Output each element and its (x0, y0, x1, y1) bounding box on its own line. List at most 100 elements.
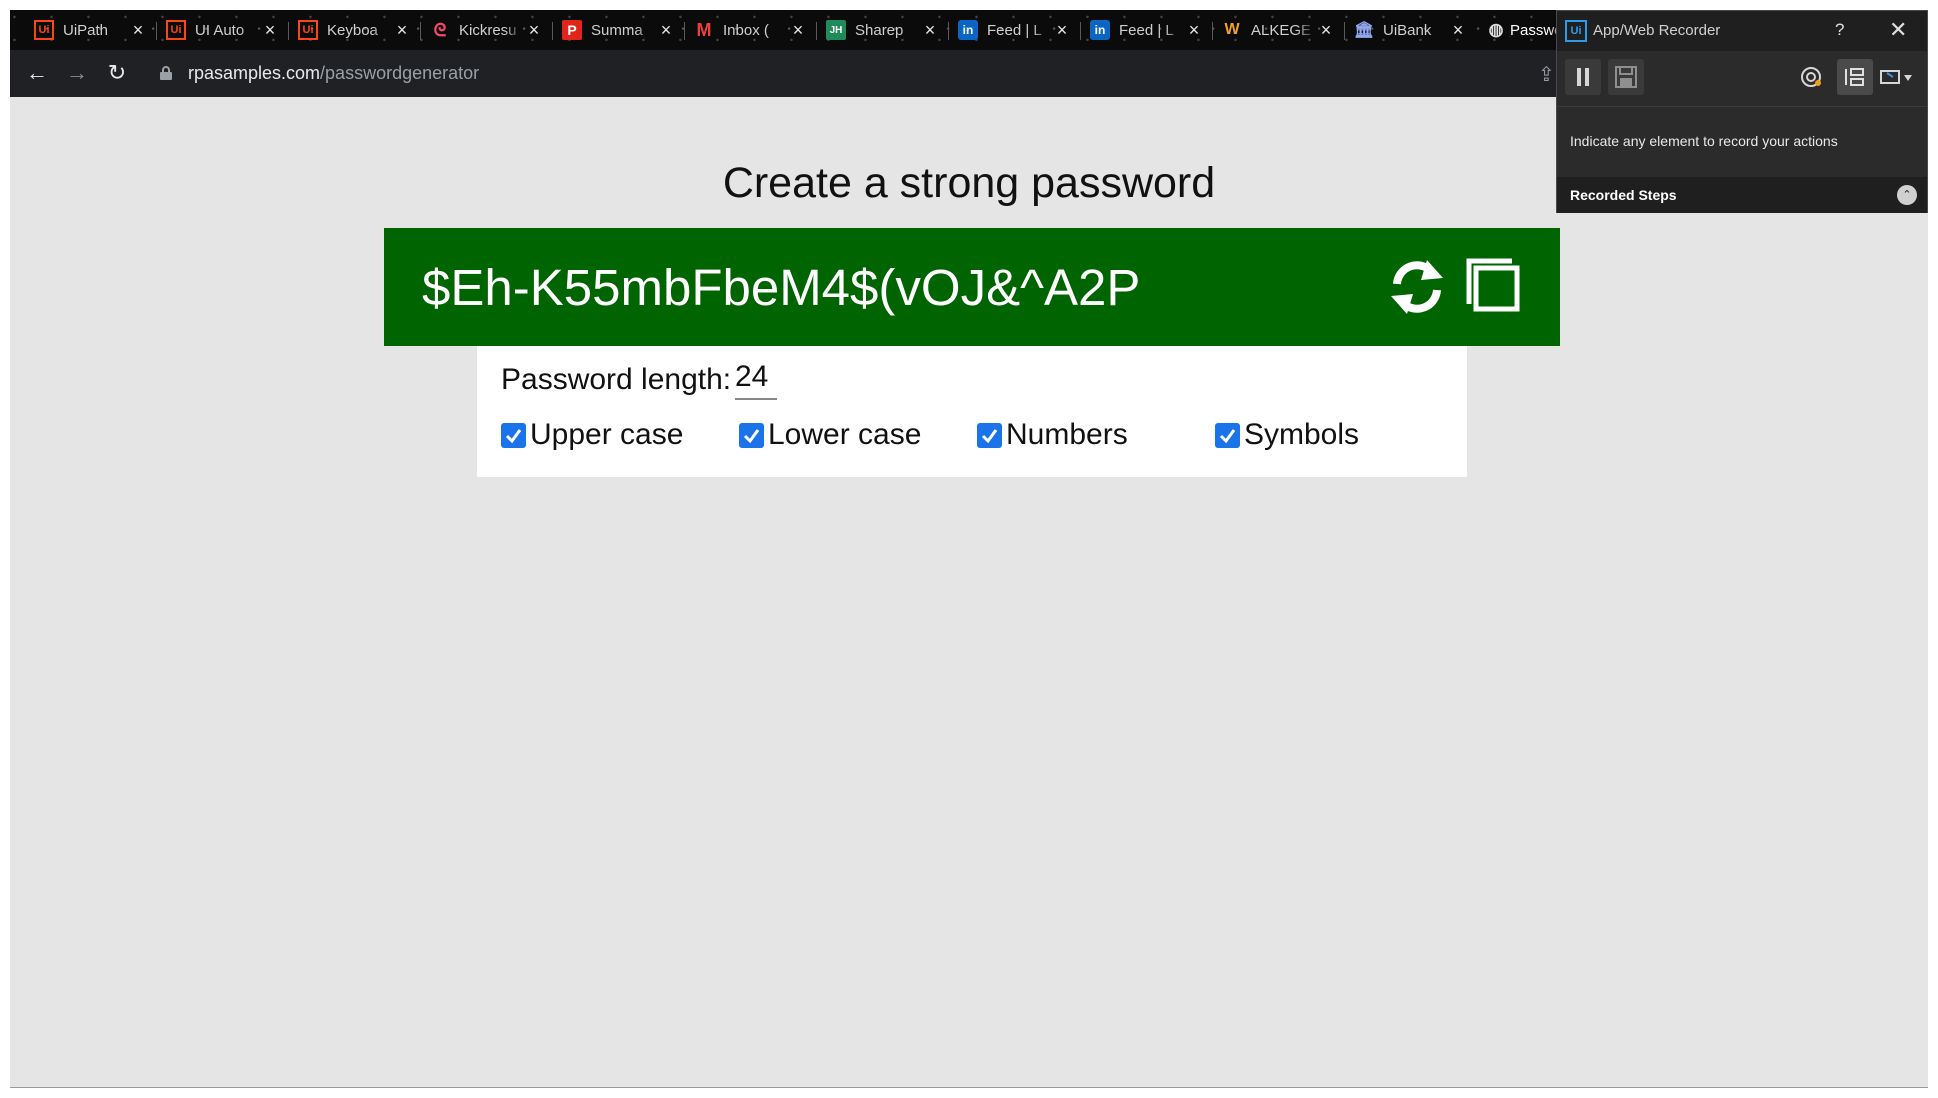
close-icon[interactable]: × (920, 20, 940, 41)
tab-separator (816, 22, 817, 40)
tab-title: Inbox ( (723, 21, 769, 39)
tab-uibank[interactable]: 🏛 UiBank × (1344, 15, 1476, 45)
gmail-icon: M (696, 19, 712, 40)
steps-list-button[interactable] (1837, 59, 1873, 95)
share-icon[interactable]: ⇪ (1538, 62, 1555, 87)
globe-icon: ◍ (1488, 20, 1504, 39)
tab-title: Sharep (855, 21, 904, 39)
password-length-label: Password length: (501, 363, 732, 396)
option-numbers[interactable]: Numbers (977, 418, 1128, 452)
kickresume-icon: ᘓ (433, 19, 447, 40)
target-icon (1801, 67, 1821, 87)
tab-summary[interactable]: P Summa × (552, 15, 684, 45)
collapse-chevron-icon[interactable]: ⌃ (1897, 185, 1917, 205)
help-button[interactable]: ? (1835, 20, 1844, 40)
save-icon (1615, 66, 1637, 88)
checkmark-icon (1219, 428, 1236, 443)
numbers-checkbox[interactable] (977, 422, 1002, 448)
close-icon[interactable]: × (1184, 20, 1204, 41)
linkedin-icon: in (1090, 20, 1110, 40)
lock-icon (160, 66, 172, 80)
pause-button[interactable] (1565, 59, 1601, 95)
option-upper-case[interactable]: Upper case (501, 418, 683, 452)
lower-case-checkbox[interactable] (739, 422, 764, 448)
tab-kickresume[interactable]: ᘓ Kickresu × (420, 15, 552, 45)
upper-case-label: Upper case (530, 418, 684, 451)
tab-separator (420, 22, 421, 40)
option-symbols[interactable]: Symbols (1215, 418, 1359, 452)
reload-button[interactable]: ↻ (102, 58, 132, 88)
uipath-logo-icon: Ui (1565, 20, 1587, 42)
password-length-input[interactable]: 24 (735, 360, 777, 400)
tab-linkedin-feed-1[interactable]: in Feed | L × (948, 15, 1080, 45)
uipath-icon: Ui (298, 20, 318, 40)
close-icon[interactable]: × (1316, 20, 1336, 41)
forward-button[interactable]: → (62, 58, 92, 88)
refresh-icon (1391, 260, 1443, 314)
checkmark-icon (743, 428, 760, 443)
tab-title: UiBank (1383, 21, 1432, 39)
tab-title: Summa (591, 21, 643, 39)
tab-separator (288, 22, 289, 40)
pause-icon (1585, 68, 1589, 86)
window-bottom-border (10, 1087, 1928, 1088)
symbols-label: Symbols (1244, 418, 1360, 451)
recorder-title-bar[interactable]: Ui App/Web Recorder ? ✕ (1557, 11, 1927, 51)
tab-sharepoint[interactable]: JH Sharep × (816, 15, 948, 45)
url-field[interactable]: rpasamples.com/passwordgenerator (188, 63, 479, 84)
checkmark-icon (505, 428, 522, 443)
password-options: Password length: 24 Upper case Lower cas… (477, 346, 1467, 477)
recorded-steps-header[interactable]: Recorded Steps ⌃ (1557, 177, 1927, 213)
symbols-checkbox[interactable] (1215, 422, 1240, 448)
tab-separator (1080, 22, 1081, 40)
tab-title: Kickresu (459, 21, 517, 39)
copy-button[interactable] (1466, 258, 1522, 314)
tab-alkege[interactable]: W ALKEGE × (1212, 15, 1344, 45)
tab-separator (1212, 22, 1213, 40)
tab-title: ALKEGE (1251, 21, 1312, 39)
tab-separator (948, 22, 949, 40)
tab-inbox[interactable]: M Inbox ( × (684, 15, 816, 45)
close-icon[interactable]: × (1448, 20, 1468, 41)
tab-separator (552, 22, 553, 40)
tab-keyboard[interactable]: Ui Keyboa × (288, 15, 420, 45)
close-icon[interactable]: × (656, 20, 676, 41)
tab-uipath[interactable]: Ui UiPath × (24, 15, 156, 45)
screen-options-dropdown[interactable] (1875, 59, 1919, 95)
back-button[interactable]: ← (22, 58, 52, 88)
close-icon[interactable]: × (1052, 20, 1072, 41)
close-icon[interactable]: × (788, 20, 808, 41)
close-icon[interactable]: × (128, 20, 148, 41)
list-icon (1845, 68, 1864, 86)
alkege-icon: W (1224, 21, 1240, 38)
option-lower-case[interactable]: Lower case (739, 418, 921, 452)
tab-title: Feed | L (987, 21, 1042, 39)
close-icon[interactable]: × (260, 20, 280, 41)
generated-password: $Eh-K55mbFbeM4$(vOJ&^A2P (422, 259, 1141, 316)
browser-window: Ui UiPath × Ui UI Auto × Ui Keyboa × ᘓ K… (10, 10, 1928, 1088)
refresh-button[interactable] (1387, 258, 1447, 316)
jh-icon: JH (826, 20, 846, 40)
bank-icon: 🏛 (1353, 22, 1375, 39)
checkmark-icon (981, 428, 998, 443)
recorder-title: App/Web Recorder (1593, 22, 1721, 39)
tab-title: Feed | L (1119, 21, 1174, 39)
tab-linkedin-feed-2[interactable]: in Feed | L × (1080, 15, 1212, 45)
upper-case-checkbox[interactable] (501, 422, 526, 448)
save-button[interactable] (1608, 59, 1644, 95)
lower-case-label: Lower case (768, 418, 922, 451)
close-icon[interactable]: × (524, 20, 544, 41)
url-host: rpasamples.com (188, 63, 321, 83)
close-recorder-button[interactable]: ✕ (1889, 17, 1907, 43)
pdf-icon: P (562, 20, 582, 40)
tab-password-generator[interactable]: ◍ Passwo (1476, 15, 1566, 45)
uipath-icon: Ui (166, 20, 186, 40)
url-path: /passwordgenerator (320, 63, 480, 83)
tab-separator (684, 22, 685, 40)
tab-ui-automation[interactable]: Ui UI Auto × (156, 15, 288, 45)
numbers-label: Numbers (1006, 418, 1128, 451)
close-icon[interactable]: × (392, 20, 412, 41)
linkedin-icon: in (958, 20, 978, 40)
target-button[interactable] (1794, 59, 1830, 95)
tab-separator (156, 22, 157, 40)
